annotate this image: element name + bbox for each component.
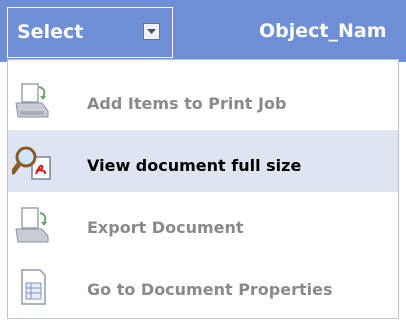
menu-item-label: View document full size — [87, 156, 302, 175]
chevron-down-icon — [147, 29, 156, 34]
menu-item-add-items-to-print-job[interactable]: Add Items to Print Job — [8, 68, 398, 130]
export-document-icon — [15, 207, 49, 243]
select-dropdown[interactable]: Select — [7, 7, 173, 58]
menu-item-label: Go to Document Properties — [87, 280, 333, 299]
menu-item-export-document[interactable]: Export Document — [8, 192, 398, 254]
menu-item-label: Add Items to Print Job — [87, 94, 287, 113]
column-header-object-name[interactable]: Object_Nam — [259, 19, 387, 43]
menu-item-label: Export Document — [87, 218, 244, 237]
dropdown-toggle-button[interactable] — [143, 23, 160, 40]
context-menu: Add Items to Print Job View document ful… — [7, 59, 399, 319]
select-label: Select — [17, 21, 84, 43]
menu-item-go-to-document-properties[interactable]: Go to Document Properties — [8, 254, 398, 316]
magnifier-document-icon — [12, 146, 51, 180]
add-to-print-icon — [15, 83, 49, 118]
document-properties-icon — [21, 269, 46, 305]
grid-header: Select Object_Nam — [0, 0, 406, 62]
menu-item-view-document-full-size[interactable]: View document full size — [8, 130, 398, 192]
